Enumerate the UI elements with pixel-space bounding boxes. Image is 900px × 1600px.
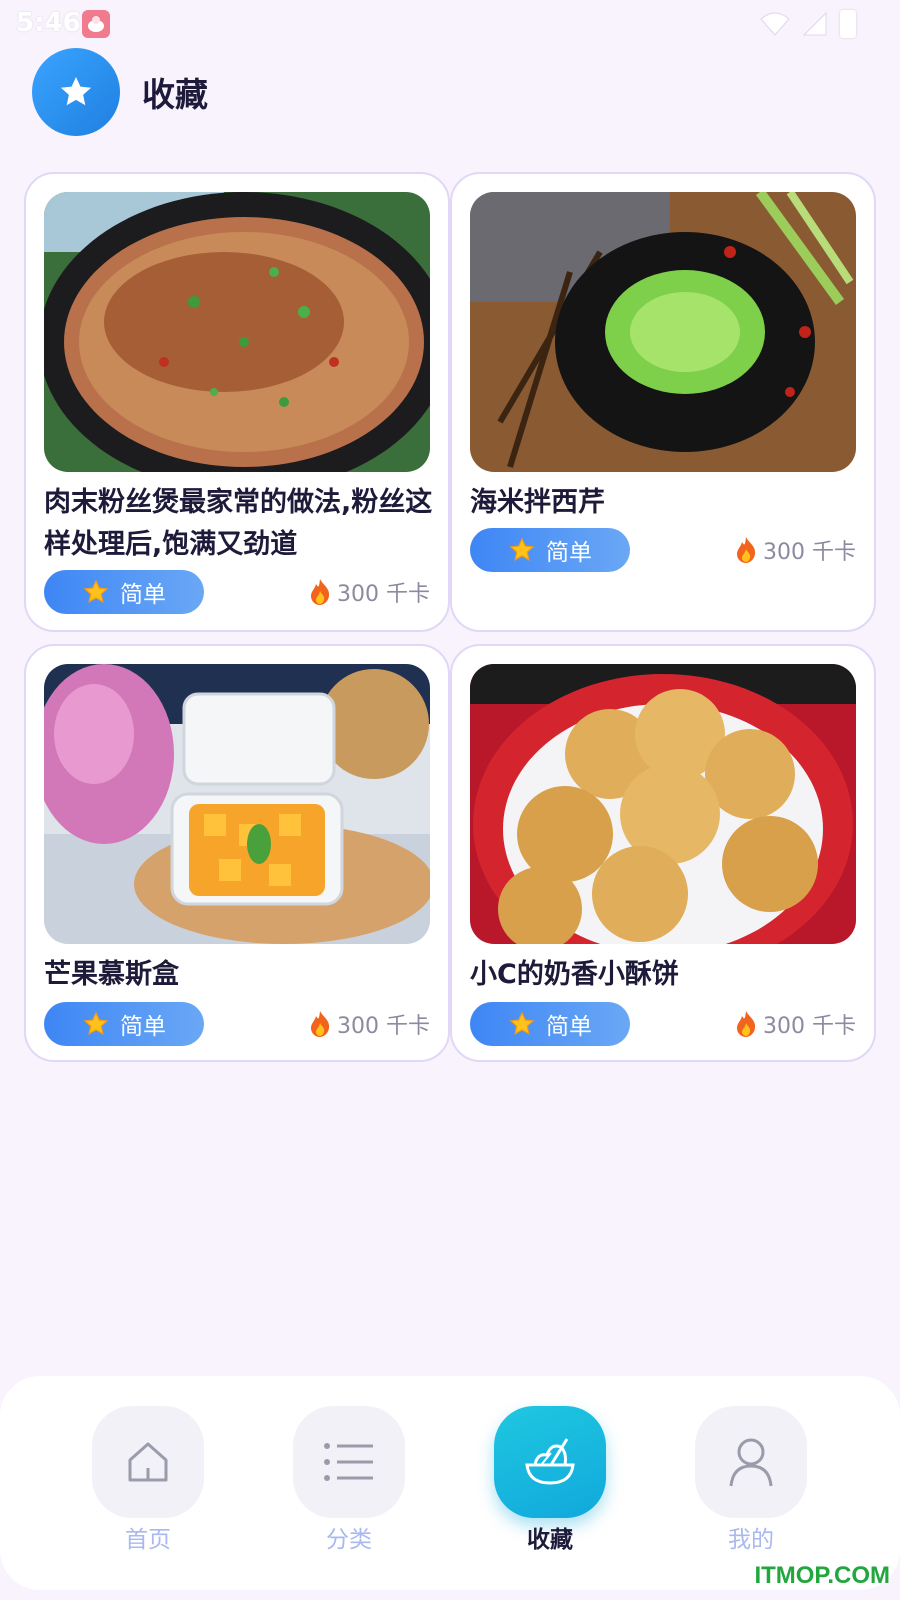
calorie-value: 300 千卡	[337, 582, 430, 607]
calorie-info: 300 千卡	[735, 534, 856, 566]
nav-item-category[interactable]: 分类	[293, 1406, 405, 1554]
recipe-photo-celery-shrimp	[470, 192, 856, 472]
recipe-meta: 简单 300 千卡	[44, 1002, 430, 1046]
recipe-title: 小C的奶香小酥饼	[470, 959, 679, 990]
recipe-title: 海米拌西芹	[470, 487, 605, 518]
flame-icon	[737, 1011, 756, 1037]
difficulty-badge: 简单	[44, 1002, 204, 1046]
calorie-value: 300 千卡	[763, 540, 856, 565]
recipe-card[interactable]: 海米拌西芹 简单 300 千卡	[450, 172, 876, 632]
nav-label: 收藏	[527, 1527, 573, 1553]
difficulty-label: 简单	[546, 1014, 592, 1040]
flame-icon	[311, 579, 330, 605]
recipe-meta: 简单 300 千卡	[470, 528, 856, 572]
difficulty-badge: 简单	[470, 1002, 630, 1046]
user-icon	[695, 1406, 807, 1518]
watermark: ITMOP.COM	[754, 1562, 890, 1589]
recipe-card[interactable]: 小C的奶香小酥饼 简单 300 千卡	[450, 644, 876, 1062]
star-icon	[32, 48, 120, 136]
difficulty-label: 简单	[546, 540, 592, 566]
status-bar: 5:46	[0, 0, 900, 48]
recipe-photo-milk-biscuits	[470, 664, 856, 944]
signal-icon	[802, 11, 827, 36]
notification-app-icon	[82, 10, 110, 38]
salad-bowl-icon	[494, 1406, 606, 1518]
recipe-meta: 简单 300 千卡	[44, 570, 430, 614]
calorie-value: 300 千卡	[337, 1014, 430, 1039]
calorie-info: 300 千卡	[309, 1008, 430, 1040]
recipe-title: 肉末粉丝煲最家常的做法,粉丝这样处理后,饱满又劲道	[44, 487, 433, 560]
star-icon	[83, 579, 109, 603]
flame-icon	[311, 1011, 330, 1037]
status-icons	[760, 10, 856, 38]
page-header: 收藏	[32, 48, 208, 136]
recipe-card[interactable]: 芒果慕斯盒 简单 300 千卡	[24, 644, 450, 1062]
recipe-card[interactable]: 肉末粉丝煲最家常的做法,粉丝这样处理后,饱满又劲道 简单 300 千卡	[24, 172, 450, 632]
flame-icon	[737, 537, 756, 563]
star-icon	[509, 537, 535, 561]
star-icon	[509, 1011, 535, 1035]
nav-item-profile[interactable]: 我的	[695, 1406, 807, 1554]
difficulty-badge: 简单	[44, 570, 204, 614]
recipe-title: 芒果慕斯盒	[44, 959, 179, 990]
nav-item-favorites[interactable]: 收藏	[494, 1406, 606, 1554]
recipe-photo-vermicelli-pot	[44, 192, 430, 472]
calorie-info: 300 千卡	[309, 576, 430, 608]
nav-label: 首页	[125, 1527, 171, 1553]
home-icon	[92, 1406, 204, 1518]
difficulty-label: 简单	[120, 1014, 166, 1040]
list-icon	[293, 1406, 405, 1518]
recipe-photo-mango-mousse	[44, 664, 430, 944]
page-title: 收藏	[142, 75, 208, 114]
calorie-value: 300 千卡	[763, 1014, 856, 1039]
difficulty-badge: 简单	[470, 528, 630, 572]
difficulty-label: 简单	[120, 582, 166, 608]
star-icon	[83, 1011, 109, 1035]
recipe-meta: 简单 300 千卡	[470, 1002, 856, 1046]
wifi-icon	[760, 12, 790, 36]
bottom-nav: 首页 分类 收藏 我的	[0, 1376, 900, 1590]
nav-item-home[interactable]: 首页	[92, 1406, 204, 1554]
status-time: 5:46	[16, 8, 81, 38]
nav-label: 分类	[326, 1527, 372, 1553]
calorie-info: 300 千卡	[735, 1008, 856, 1040]
battery-icon	[840, 10, 856, 38]
nav-label: 我的	[728, 1527, 774, 1553]
